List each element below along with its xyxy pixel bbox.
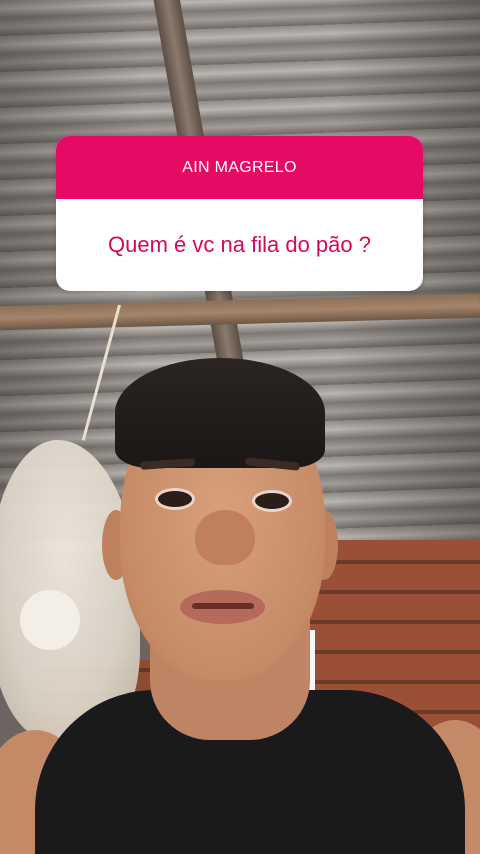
- background-photo: [0, 0, 480, 854]
- question-sticker-header: AIN MAGRELO: [56, 136, 423, 199]
- question-sticker[interactable]: AIN MAGRELO Quem é vc na fila do pão ?: [56, 136, 423, 291]
- question-sticker-body: Quem é vc na fila do pão ?: [56, 199, 423, 291]
- right-eye: [252, 490, 292, 512]
- nose: [195, 510, 255, 565]
- left-eye: [155, 488, 195, 510]
- mouth-opening: [192, 603, 254, 609]
- hair: [115, 358, 325, 468]
- net-knot: [20, 590, 80, 650]
- question-sticker-answer: Quem é vc na fila do pão ?: [108, 232, 371, 257]
- question-sticker-title: AIN MAGRELO: [182, 158, 297, 176]
